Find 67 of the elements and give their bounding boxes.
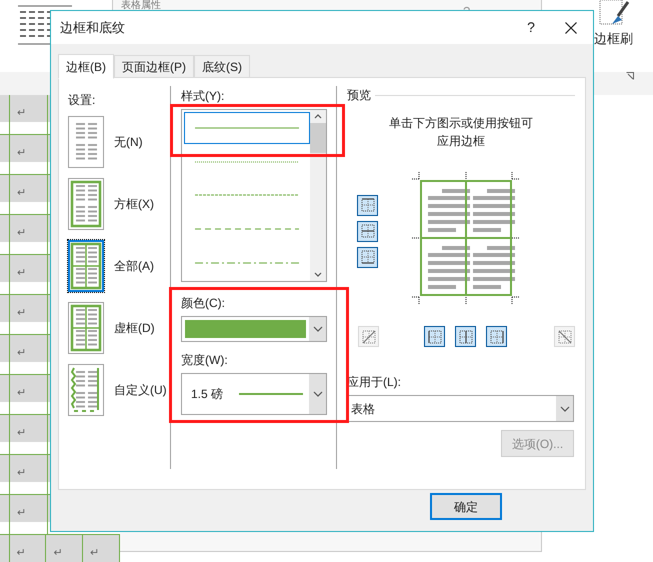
border-bottom-button[interactable] bbox=[357, 246, 378, 268]
paragraph-mark: ↵ bbox=[17, 507, 26, 519]
settings-label: 设置: bbox=[68, 92, 96, 109]
scrollbar[interactable] bbox=[310, 110, 326, 281]
table-preview-drawing[interactable] bbox=[410, 170, 522, 306]
setting-none-button[interactable] bbox=[68, 116, 104, 168]
preview-label: 预览 bbox=[347, 87, 371, 104]
line-sample-icon bbox=[195, 262, 299, 264]
setting-box-button[interactable] bbox=[68, 178, 104, 230]
dialog-launcher-icon[interactable] bbox=[626, 72, 634, 80]
setting-label: 全部(A) bbox=[114, 258, 154, 275]
paragraph-mark: ↵ bbox=[17, 387, 26, 399]
preview-hint: 单击下方图示或使用按钮可应用边框 bbox=[388, 115, 534, 150]
chevron-down-icon bbox=[312, 326, 322, 332]
width-dropdown[interactable]: 1.5 磅 bbox=[181, 373, 327, 415]
paragraph-mark: ↵ bbox=[17, 147, 26, 159]
ok-button[interactable]: 确定 bbox=[430, 493, 502, 520]
border-top-button[interactable] bbox=[357, 194, 378, 216]
setting-label: 无(N) bbox=[114, 134, 143, 151]
line-sample-icon bbox=[195, 194, 299, 196]
setting-all-button[interactable] bbox=[68, 240, 104, 292]
border-center-button[interactable] bbox=[455, 326, 476, 347]
chevron-down-icon bbox=[560, 406, 570, 412]
width-label: 宽度(W): bbox=[181, 352, 229, 369]
border-right-button[interactable] bbox=[486, 326, 507, 347]
scroll-down-icon[interactable] bbox=[314, 272, 322, 277]
line-sample-icon bbox=[195, 126, 299, 129]
line-sample-icon bbox=[195, 160, 299, 163]
paragraph-mark: ↵ bbox=[17, 267, 26, 279]
help-button[interactable]: ? bbox=[521, 17, 541, 38]
paragraph-mark: ↵ bbox=[17, 427, 26, 439]
paragraph-mark: ↵ bbox=[17, 107, 26, 119]
paragraph-mark: ↵ bbox=[17, 187, 26, 199]
setting-label: 自定义(U) bbox=[114, 382, 167, 399]
back-dialog-title: 表格属性 bbox=[121, 1, 161, 11]
border-middle-button[interactable] bbox=[357, 220, 378, 242]
paragraph-mark: ↵ bbox=[90, 547, 100, 559]
paragraph-mark: ↵ bbox=[17, 307, 26, 319]
paragraph-mark: ↵ bbox=[17, 227, 26, 239]
width-value: 1.5 磅 bbox=[191, 386, 224, 403]
line-sample-icon bbox=[239, 393, 304, 395]
close-icon[interactable] bbox=[565, 22, 577, 34]
setting-label: 虚框(D) bbox=[114, 320, 155, 337]
border-left-button[interactable] bbox=[424, 326, 445, 347]
line-sample-icon bbox=[195, 228, 299, 230]
apply-to-value: 表格 bbox=[350, 400, 376, 418]
line-style-list[interactable] bbox=[181, 109, 327, 282]
paragraph-mark: ↵ bbox=[17, 467, 26, 479]
paragraph-mark: ↵ bbox=[17, 347, 26, 359]
scroll-thumb[interactable] bbox=[310, 123, 326, 153]
setting-label: 方框(X) bbox=[114, 196, 154, 213]
color-label: 颜色(C): bbox=[181, 295, 226, 312]
tab[interactable]: 边框(B) bbox=[58, 54, 114, 79]
apply-to-dropdown[interactable]: 表格 bbox=[347, 395, 574, 422]
scroll-up-icon[interactable] bbox=[314, 114, 322, 119]
tab[interactable]: 页面边框(P) bbox=[114, 55, 194, 78]
window-title: 边框和底纹 bbox=[60, 18, 126, 37]
paragraph-mark: ↵ bbox=[53, 547, 62, 559]
chevron-down-icon bbox=[312, 391, 322, 397]
paragraph-mark: ↵ bbox=[16, 547, 26, 559]
line-style-option[interactable] bbox=[184, 112, 310, 144]
setting-grid-button[interactable] bbox=[68, 302, 104, 354]
style-label: 样式(Y): bbox=[181, 88, 226, 105]
tab[interactable]: 底纹(S) bbox=[194, 55, 250, 78]
color-dropdown[interactable] bbox=[181, 316, 327, 342]
ribbon-label[interactable]: 边框刷 bbox=[594, 29, 633, 48]
setting-custom-button[interactable] bbox=[68, 364, 104, 416]
